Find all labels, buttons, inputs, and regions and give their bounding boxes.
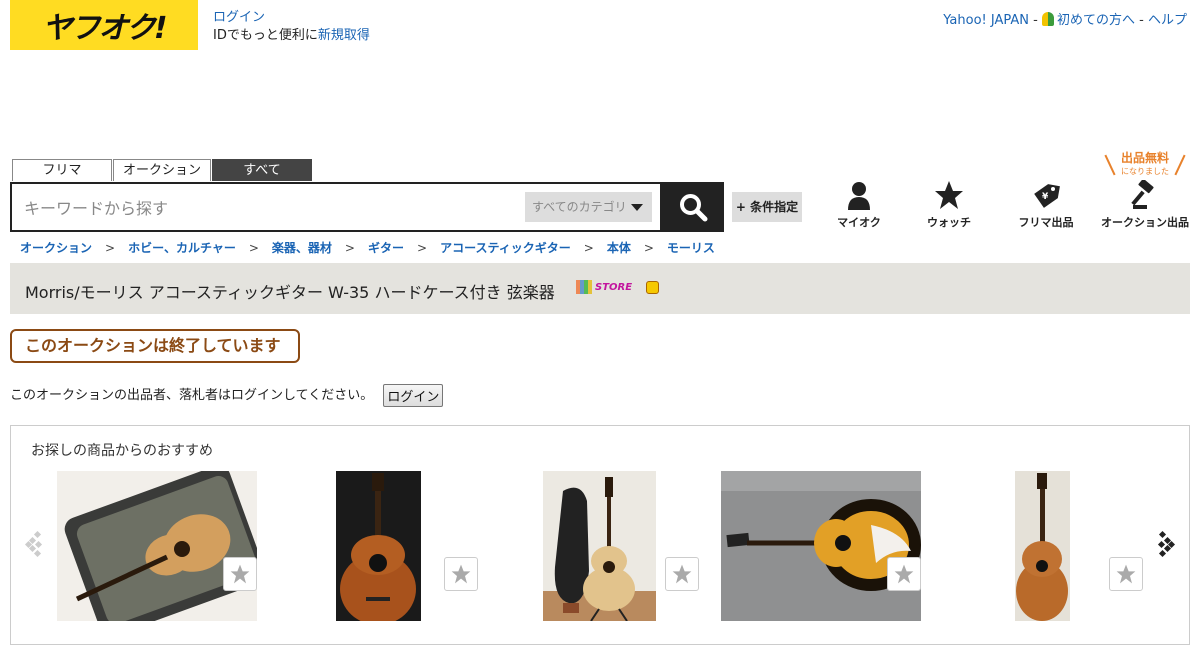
breadcrumb-item[interactable]: 楽器、器材 <box>272 241 332 255</box>
breadcrumb-item[interactable]: ホビー、カルチャー <box>128 241 236 255</box>
breadcrumb-separator: > <box>583 241 594 255</box>
watch-star-button[interactable] <box>665 557 699 591</box>
notice-login-button[interactable]: ログイン <box>383 384 444 407</box>
star-icon <box>1116 564 1136 584</box>
chevron-down-icon <box>631 204 643 211</box>
search-button[interactable] <box>662 182 724 232</box>
recommend-item-image[interactable] <box>1015 471 1070 621</box>
login-link[interactable]: ログイン <box>213 10 265 25</box>
breadcrumb-separator: > <box>344 241 355 255</box>
tab-all[interactable]: すべて <box>212 159 312 181</box>
flea-sell-label: フリマ出品 <box>1018 216 1074 229</box>
guitar-in-case-image <box>57 465 266 637</box>
breadcrumb-separator: > <box>105 241 116 255</box>
login-notice: このオークションの出品者、落札者はログインしてください。 ログイン <box>10 384 444 407</box>
tab-flea[interactable]: フリマ <box>12 159 112 181</box>
watch-star-button[interactable] <box>887 557 921 591</box>
search-tabs: フリマ オークション すべて <box>12 159 313 181</box>
recommend-item-image[interactable] <box>721 471 921 621</box>
star-icon <box>935 181 963 209</box>
carousel-next-icon[interactable] <box>1155 530 1175 558</box>
breadcrumb-item[interactable]: モーリス <box>667 241 715 255</box>
beginner-leaf-icon <box>1041 12 1054 26</box>
auction-ended-label: このオークションは終了しています <box>10 329 300 363</box>
breadcrumb-item[interactable]: ギター <box>368 241 404 255</box>
link-separator: - <box>1033 13 1038 28</box>
free-listing-badge: 出品無料 になりました <box>1103 152 1187 178</box>
logo-text: ヤフオク! <box>42 11 167 46</box>
sunburst-guitar-on-sofa-image <box>721 471 921 621</box>
flea-sell-button[interactable]: ¥ フリマ出品 <box>1013 180 1079 230</box>
myauction-label: マイオク <box>837 216 881 229</box>
gavel-icon <box>1131 180 1154 209</box>
item-title: Morris/モーリス アコースティックギター W-35 ハードケース付き 弦楽… <box>25 283 555 302</box>
search-input[interactable] <box>22 190 516 226</box>
condition-button[interactable]: + 条件指定 <box>732 192 802 222</box>
login-notice-text: このオークションの出品者、落札者はログインしてください。 <box>10 388 374 403</box>
tab-auction[interactable]: オークション <box>113 159 211 181</box>
item-title-bar: Morris/モーリス アコースティックギター W-35 ハードケース付き 弦楽… <box>10 263 1190 314</box>
watch-label: ウォッチ <box>927 216 971 229</box>
sunburst-guitar-image <box>336 471 421 625</box>
recommendation-box: お探しの商品からのおすすめ <box>10 425 1190 645</box>
breadcrumb-separator: > <box>643 241 654 255</box>
seller-badge-icon <box>646 280 660 294</box>
store-badge-label: STORE <box>595 281 633 293</box>
watch-star-button[interactable] <box>223 557 257 591</box>
recommend-item-image[interactable] <box>57 465 266 637</box>
breadcrumb-separator: > <box>248 241 259 255</box>
price-tag-icon: ¥ <box>1034 184 1060 208</box>
star-icon <box>451 564 471 584</box>
auction-sell-button[interactable]: オークション出品 <box>1099 180 1191 230</box>
breadcrumb-item[interactable]: オークション <box>20 241 92 255</box>
store-grid-icon <box>576 280 592 294</box>
breadcrumb-separator: > <box>417 241 428 255</box>
free-badge-title: 出品無料 <box>1120 151 1169 165</box>
breadcrumb-item[interactable]: 本体 <box>607 241 631 255</box>
search-icon <box>680 194 708 222</box>
star-icon <box>672 564 692 584</box>
beginners-link[interactable]: 初めての方へ <box>1041 12 1135 28</box>
top-links: Yahoo! JAPAN - 初めての方へ - ヘルプ <box>943 9 1187 28</box>
login-block: ログイン IDでもっと便利に新規取得 <box>213 9 370 45</box>
star-icon <box>230 564 250 584</box>
store-badge: STORE <box>576 280 660 294</box>
watch-star-button[interactable] <box>1109 557 1143 591</box>
natural-guitar-image <box>1015 471 1070 621</box>
myauction-button[interactable]: マイオク <box>832 180 886 230</box>
watch-button[interactable]: ウォッチ <box>922 180 976 230</box>
help-link[interactable]: ヘルプ <box>1148 13 1187 28</box>
login-prompt: IDでもっと便利に <box>213 28 318 43</box>
star-icon <box>894 564 914 584</box>
recommendation-title: お探しの商品からのおすすめ <box>31 443 213 459</box>
breadcrumb-item[interactable]: アコースティックギター <box>440 241 571 255</box>
auction-sell-label: オークション出品 <box>1101 216 1189 229</box>
free-badge-sub: になりました <box>1121 167 1169 176</box>
carousel-prev-icon[interactable] <box>25 530 45 558</box>
beginners-label: 初めての方へ <box>1056 13 1135 28</box>
link-separator: - <box>1139 13 1144 28</box>
yahoo-japan-link[interactable]: Yahoo! JAPAN <box>943 13 1029 28</box>
svg-text:¥: ¥ <box>1042 192 1049 202</box>
search-box: すべてのカテゴリ <box>10 182 662 232</box>
user-icon <box>848 182 870 210</box>
recommend-item-image[interactable] <box>336 471 421 625</box>
yahuoku-logo[interactable]: ヤフオク! <box>10 0 198 50</box>
breadcrumb: オークション > ホビー、カルチャー > 楽器、器材 > ギター > アコースティックギター > 本… <box>20 239 715 256</box>
guitar-with-case-image <box>543 471 656 622</box>
watch-star-button[interactable] <box>444 557 478 591</box>
register-link[interactable]: 新規取得 <box>318 28 370 43</box>
category-select-label: すべてのカテゴリ <box>532 200 627 214</box>
recommend-item-image[interactable] <box>543 471 656 622</box>
category-select[interactable]: すべてのカテゴリ <box>525 192 652 222</box>
